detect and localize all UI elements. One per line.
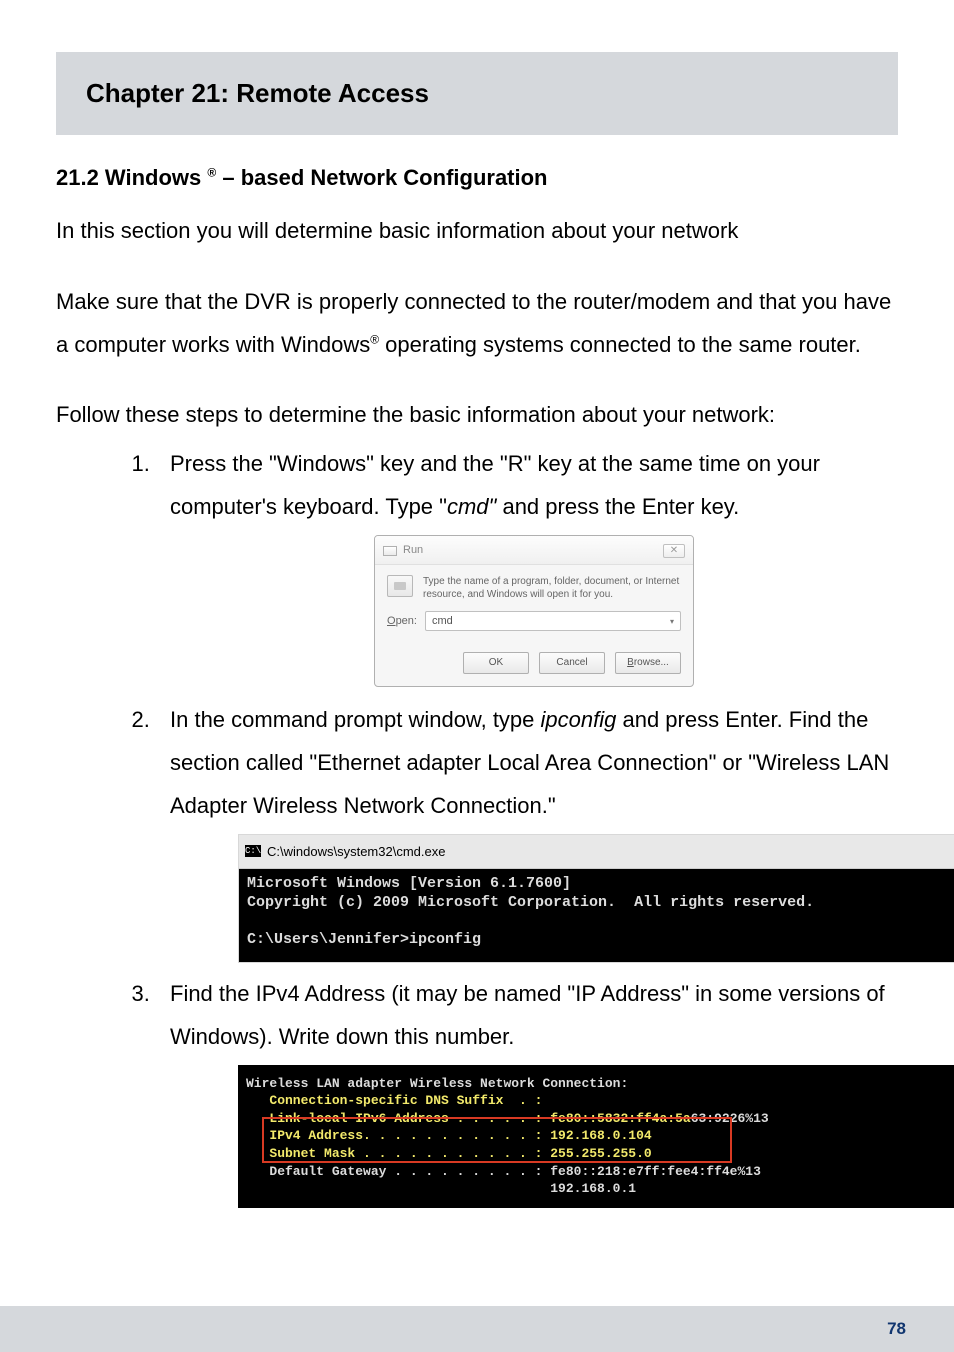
dropdown-caret-icon[interactable]: ▾ xyxy=(670,614,674,630)
intro-paragraph: In this section you will determine basic… xyxy=(56,210,898,253)
run-open-combobox[interactable]: cmd ▾ xyxy=(425,611,681,631)
cmd-window-figure-2: Wireless LAN adapter Wireless Network Co… xyxy=(238,1065,954,1208)
highlight-box xyxy=(262,1117,732,1163)
step-1-cmd: cmd" xyxy=(447,494,496,519)
paragraph-2: Make sure that the DVR is properly conne… xyxy=(56,281,898,367)
run-open-value: cmd xyxy=(432,611,453,632)
run-dialog-description: Type the name of a program, folder, docu… xyxy=(423,575,681,601)
spacer xyxy=(56,372,898,394)
step-2: In the command prompt window, type ipcon… xyxy=(156,699,898,963)
run-open-label: Open: xyxy=(387,611,417,632)
cmd1-line2: Copyright (c) 2009 Microsoft Corporation… xyxy=(247,894,814,911)
chapter-title: Chapter 21: Remote Access xyxy=(86,78,868,109)
step-1: Press the "Windows" key and the "R" key … xyxy=(156,443,898,687)
run-dialog-figure: Run ✕ Type the name of a program, folder… xyxy=(374,535,694,687)
step-2-a: In the command prompt window, type xyxy=(170,707,541,732)
paragraph-2b: operating systems connected to the same … xyxy=(379,332,861,357)
cmd2-line1: Wireless LAN adapter Wireless Network Co… xyxy=(246,1075,950,1093)
browse-rest: rowse... xyxy=(634,653,669,673)
ok-button[interactable]: OK xyxy=(463,652,529,674)
registered-mark: ® xyxy=(370,332,379,346)
cmd2-line7: 192.168.0.1 xyxy=(246,1180,950,1198)
cmd-window-figure-1: C:\ C:\windows\system32\cmd.exe Microsof… xyxy=(238,834,954,963)
section-heading: 21.2 Windows ® – based Network Configura… xyxy=(56,163,898,194)
run-dialog-title-icon xyxy=(383,546,397,556)
close-button[interactable]: ✕ xyxy=(663,544,685,558)
run-dialog-body: Type the name of a program, folder, docu… xyxy=(375,565,693,652)
cmd1-line3: C:\Users\Jennifer>ipconfig xyxy=(247,931,481,948)
section-heading-prefix: 21.2 Windows xyxy=(56,165,207,190)
spacer xyxy=(56,259,898,281)
run-dialog-open-row: Open: cmd ▾ xyxy=(387,611,681,632)
run-dialog-desc-row: Type the name of a program, folder, docu… xyxy=(387,575,681,601)
cmd2-line2: Connection-specific DNS Suffix . : xyxy=(246,1092,950,1110)
cmd-title-path: C:\windows\system32\cmd.exe xyxy=(267,839,445,864)
page-number: 78 xyxy=(887,1319,906,1339)
step-1-b: and press the Enter key. xyxy=(496,494,739,519)
run-dialog-buttons: OK Cancel Browse... xyxy=(375,652,693,686)
run-dialog-title-left: Run xyxy=(383,540,423,561)
follow-intro: Follow these steps to determine the basi… xyxy=(56,394,898,437)
run-icon-inner xyxy=(394,582,406,590)
browse-button[interactable]: Browse... xyxy=(615,652,681,674)
step-2-ipconfig: ipconfig xyxy=(541,707,617,732)
step-2-text: In the command prompt window, type ipcon… xyxy=(170,707,889,818)
step-3-text: Find the IPv4 Address (it may be named "… xyxy=(170,981,885,1049)
cmd-titlebar: C:\ C:\windows\system32\cmd.exe xyxy=(239,835,954,869)
chapter-header: Chapter 21: Remote Access xyxy=(56,52,898,135)
section-heading-suffix: – based Network Configuration xyxy=(216,165,547,190)
run-dialog-title: Run xyxy=(403,540,423,561)
run-dialog-titlebar: Run ✕ xyxy=(375,536,693,564)
steps-list: Press the "Windows" key and the "R" key … xyxy=(156,443,898,1207)
run-dialog-icon xyxy=(387,575,413,597)
run-open-label-rest: pen: xyxy=(396,615,417,627)
run-open-label-u: O xyxy=(387,615,396,627)
cmd1-line1: Microsoft Windows [Version 6.1.7600] xyxy=(247,875,571,892)
cmd2-line6: Default Gateway . . . . . . . . . : fe80… xyxy=(246,1163,950,1181)
step-1-text: Press the "Windows" key and the "R" key … xyxy=(170,451,820,519)
cmd-body: Microsoft Windows [Version 6.1.7600] Cop… xyxy=(239,869,954,962)
step-3: Find the IPv4 Address (it may be named "… xyxy=(156,973,898,1208)
registered-mark: ® xyxy=(207,166,216,180)
cancel-button[interactable]: Cancel xyxy=(539,652,605,674)
page: Chapter 21: Remote Access 21.2 Windows ®… xyxy=(0,0,954,1352)
browse-u: B xyxy=(627,653,634,673)
cmd-title-icon: C:\ xyxy=(245,845,261,857)
footer-bar: 78 xyxy=(0,1306,954,1352)
